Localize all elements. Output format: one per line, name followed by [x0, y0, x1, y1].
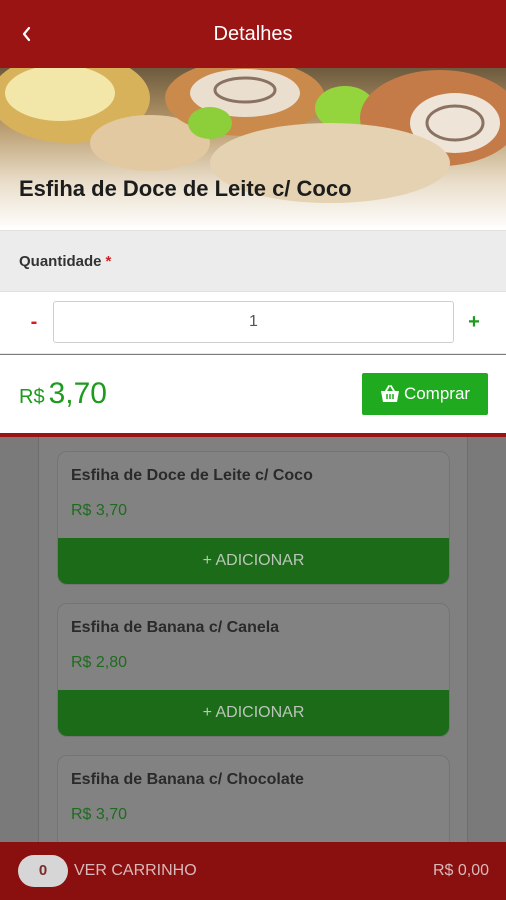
- page-title: Detalhes: [213, 22, 293, 45]
- required-mark: *: [105, 253, 112, 270]
- list-item: Esfiha de Banana c/ Canela R$ 2,80 + ADI…: [57, 603, 450, 737]
- quantity-input[interactable]: [53, 301, 454, 343]
- basket-icon: [380, 385, 399, 402]
- quantity-label: Quantidade *: [19, 253, 111, 270]
- decrement-button[interactable]: -: [24, 310, 44, 334]
- list-item: Esfiha de Banana c/ Chocolate R$ 3,70: [57, 755, 450, 842]
- price-currency: R$: [19, 386, 45, 408]
- back-button[interactable]: [14, 20, 38, 48]
- list-item-name: Esfiha de Banana c/ Canela: [71, 619, 280, 636]
- cart-total: R$ 0,00: [432, 862, 489, 879]
- chevron-left-icon: [22, 26, 31, 42]
- quantity-stepper: - +: [0, 292, 506, 354]
- purchase-section: R$ 3,70 Comprar: [0, 355, 506, 437]
- cart-bar[interactable]: 0 VER CARRINHO R$ 0,00: [0, 842, 506, 900]
- product-price: R$ 3,70: [19, 377, 107, 411]
- app-header: Detalhes: [0, 0, 506, 68]
- increment-button[interactable]: +: [463, 310, 485, 334]
- product-title: Esfiha de Doce de Leite c/ Coco: [19, 176, 352, 201]
- add-button[interactable]: + ADICIONAR: [58, 538, 449, 584]
- list-item-name: Esfiha de Banana c/ Chocolate: [71, 771, 304, 788]
- product-image: Esfiha de Doce de Leite c/ Coco: [0, 68, 506, 230]
- esfiha-photo: [0, 68, 506, 203]
- buy-button[interactable]: Comprar: [362, 373, 488, 415]
- list-item-price: R$ 2,80: [71, 654, 128, 671]
- price-value: 3,70: [48, 377, 107, 410]
- list-item-price: R$ 3,70: [71, 502, 128, 519]
- quantity-section: Quantidade *: [0, 230, 506, 292]
- product-list-background: Esfiha de Doce de Leite c/ Coco R$ 3,70 …: [0, 437, 506, 842]
- quantity-label-text: Quantidade: [19, 253, 102, 270]
- view-cart-label[interactable]: VER CARRINHO: [74, 862, 197, 880]
- list-item-name: Esfiha de Doce de Leite c/ Coco: [71, 467, 313, 484]
- cart-count-badge: 0: [18, 855, 68, 887]
- buy-button-label: Comprar: [403, 384, 471, 403]
- list-item: Esfiha de Doce de Leite c/ Coco R$ 3,70 …: [57, 451, 450, 585]
- add-button[interactable]: + ADICIONAR: [58, 690, 449, 736]
- list-item-price: R$ 3,70: [71, 806, 128, 823]
